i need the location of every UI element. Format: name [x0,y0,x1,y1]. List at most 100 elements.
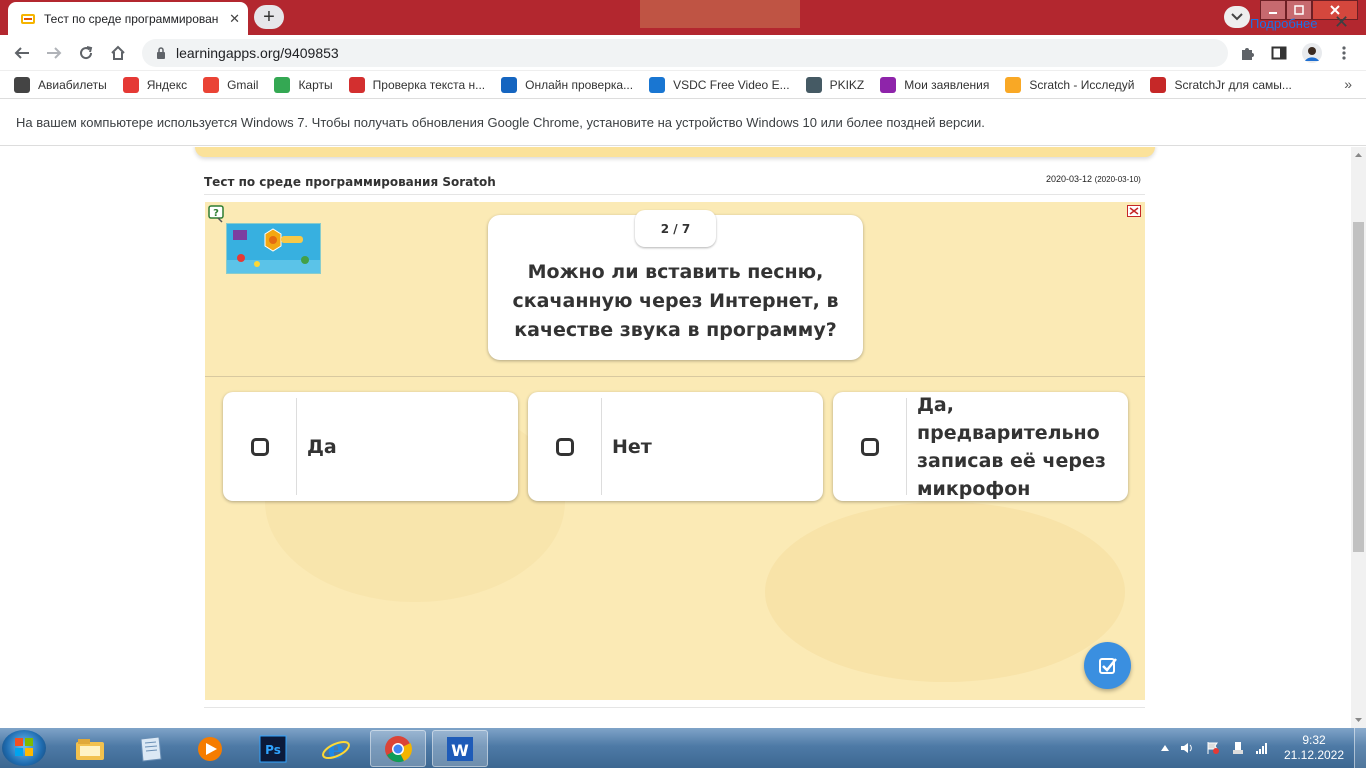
address-bar[interactable]: learningapps.org/9409853 [142,39,1228,67]
bookmark-item[interactable]: Gmail [203,76,259,93]
bookmarks-overflow-chevron-icon[interactable]: » [1344,76,1352,92]
check-answer-button[interactable] [1084,642,1131,689]
app-date-secondary: (2020-03-10) [1094,175,1141,184]
app-date: 2020-03-12 (2020-03-10) [1046,174,1141,184]
help-question-icon[interactable]: ? [208,205,226,223]
bookmark-item[interactable]: ScratchJr для самы... [1150,76,1292,93]
side-panel-icon[interactable] [1269,43,1289,63]
tab-title: Тест по среде программирован [44,11,219,26]
bookmark-item[interactable]: Scratch - Исследуй [1005,76,1135,93]
question-text: Можно ли вставить песню, скачанную через… [512,261,839,341]
bookmark-favicon-icon [501,76,518,93]
tab-close-icon[interactable]: ✕ [229,11,240,27]
home-icon[interactable] [108,43,128,63]
browser-tab[interactable]: Тест по среде программирован ✕ [8,2,248,35]
bookmark-item[interactable]: PKIKZ [805,76,865,93]
answer-checkbox[interactable] [223,398,297,495]
profile-avatar[interactable] [1302,43,1322,63]
taskbar-explorer-icon[interactable] [62,730,118,767]
bookmark-label: Мои заявления [904,77,990,92]
info-close-icon[interactable]: ✕ [1334,12,1349,33]
bookmark-label: Проверка текста н... [372,77,486,92]
bookmark-item[interactable]: Онлайн проверка... [501,76,634,93]
show-hidden-icons-icon[interactable] [1160,745,1169,751]
system-tray [1155,734,1275,762]
bookmark-favicon-icon [203,76,220,93]
app-header-strip [195,147,1155,157]
answer-label: Нет [612,435,652,458]
show-desktop-button[interactable] [1354,728,1366,768]
taskbar-word-icon[interactable]: W [432,730,488,767]
forward-arrow-icon[interactable] [44,43,64,63]
answer-option[interactable]: Да [223,392,518,501]
app-title: Тест по среде программирования Soratoh [204,175,496,189]
scratch-thumbnail-image[interactable] [226,223,321,274]
background-texture [765,502,1125,682]
answer-label: Да [307,435,337,458]
tab-search-chevron-icon[interactable] [1224,6,1250,28]
bookmark-item[interactable]: Карты [274,76,333,93]
bookmark-favicon-icon [880,76,897,93]
bookmark-label: VSDC Free Video E... [673,77,790,92]
question-counter: 2 / 7 [635,210,716,247]
bookmark-favicon-icon [1005,76,1022,93]
bookmark-favicon-icon [348,76,365,93]
bookmark-label: Scratch - Исследуй [1029,77,1135,92]
bookmark-label: Gmail [227,77,259,92]
bookmark-item[interactable]: VSDC Free Video E... [649,76,790,93]
new-tab-button[interactable]: + [254,5,284,29]
bookmark-label: Онлайн проверка... [525,77,634,92]
svg-text:Ps: Ps [265,743,281,757]
quiz-board: ? Можно ли вставить песню, скачанную чер… [205,202,1145,700]
svg-text:?: ? [213,208,219,219]
bookmarks-bar: Авиабилеты Яндекс Gmail Карты Проверка текст… [0,71,1366,99]
lock-icon[interactable] [156,47,166,59]
answer-label: Да, предварительно записав её через микр… [917,393,1106,500]
taskbar-notepad-icon[interactable] [122,730,178,767]
clock-time: 9:32 [1302,733,1326,747]
reload-icon[interactable] [76,43,96,63]
page-content: Тест по среде программирования Soratoh 2… [0,147,1351,728]
divider [204,707,1145,708]
answer-checkbox[interactable] [833,398,907,495]
network-signal-icon[interactable] [1255,742,1269,754]
bookmark-item[interactable]: Авиабилеты [14,76,107,93]
url-text: learningapps.org/9409853 [176,45,339,61]
info-message: На вашем компьютере используется Windows… [16,115,985,130]
start-button[interactable] [2,730,46,766]
bookmark-label: Карты [298,77,333,92]
scrollbar-thumb[interactable] [1353,222,1364,552]
bookmark-label: ScratchJr для самы... [1174,77,1292,92]
usb-device-icon[interactable] [1232,741,1244,755]
fullscreen-icon[interactable] [1127,205,1141,217]
taskbar-internet-explorer-icon[interactable]: e [308,730,364,767]
bookmark-label: Яндекс [146,77,188,92]
bookmark-favicon-icon [805,76,822,93]
app-date-created: 2020-03-12 [1046,174,1093,184]
answer-checkbox[interactable] [528,398,602,495]
bookmark-favicon-icon [14,76,30,93]
answer-option[interactable]: Нет [528,392,823,501]
bookmark-favicon-icon [649,76,666,93]
back-arrow-icon[interactable] [12,43,32,63]
action-center-flag-icon[interactable] [1206,741,1220,755]
check-icon [1098,657,1117,674]
bookmark-item[interactable]: Проверка текста н... [348,76,486,93]
learn-more-link[interactable]: Подробнее [1250,16,1317,31]
taskbar-clock[interactable]: 9:32 21.12.2022 [1276,733,1352,765]
bookmark-label: PKIKZ [829,77,865,92]
taskbar-chrome-icon[interactable] [370,730,426,767]
update-info-bar: На вашем компьютере используется Windows… [0,100,1366,146]
extensions-puzzle-icon[interactable] [1237,43,1257,63]
answer-option[interactable]: Да, предварительно записав её через микр… [833,392,1128,501]
volume-icon[interactable] [1180,742,1194,754]
taskbar-media-player-icon[interactable] [182,730,238,767]
bookmark-favicon-icon [274,76,291,93]
learningapps-favicon-icon [20,11,36,27]
bookmark-item[interactable]: Яндекс [122,76,188,93]
bookmark-favicon-icon [122,76,139,93]
menu-kebab-icon[interactable] [1334,43,1354,63]
bookmark-favicon-icon [1150,76,1167,93]
bookmark-item[interactable]: Мои заявления [880,76,990,93]
taskbar-photoshop-icon[interactable]: Ps [245,730,301,767]
